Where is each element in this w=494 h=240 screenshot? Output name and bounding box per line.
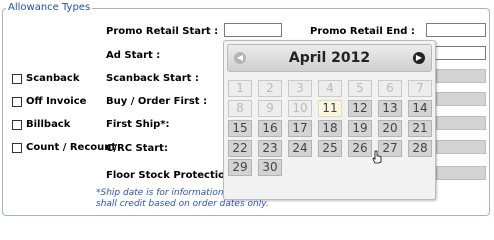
count-recount-checkbox-label: Count / Recount [26, 142, 117, 153]
calendar-day: 2 [258, 80, 282, 97]
promo-retail-end-input[interactable] [426, 23, 486, 37]
buy-order-last-input [436, 92, 486, 106]
calendar-day[interactable]: 23 [258, 140, 282, 157]
datepicker-popup: ◀ April 2012 ▶ SuMoTuWeThFrSa12345678910… [223, 40, 436, 200]
calendar-day: 6 [378, 80, 402, 97]
calendar-day: 4 [318, 80, 342, 97]
floor-stock-end-input [436, 166, 486, 180]
calendar-day[interactable]: 24 [288, 140, 312, 157]
off-invoice-checkbox-row[interactable]: Off Invoice [12, 96, 86, 107]
billback-checkbox-row[interactable]: Billback [12, 119, 70, 130]
calendar-day: 9 [258, 100, 282, 117]
count-recount-checkbox[interactable] [12, 142, 22, 153]
buy-order-first-label: Buy / Order First : [106, 96, 208, 107]
last-ship-input [436, 116, 486, 130]
calendar-day[interactable]: 21 [408, 120, 432, 137]
scanback-end-input [436, 69, 486, 83]
chevron-right-icon[interactable]: ▶ [413, 52, 425, 64]
calendar-day[interactable]: 14 [408, 100, 432, 117]
billback-checkbox-label: Billback [26, 119, 71, 130]
floor-stock-protection-label: Floor Stock Protection: [106, 170, 237, 181]
calendar-day[interactable]: 29 [228, 159, 252, 176]
ad-start-label: Ad Start : [106, 50, 161, 61]
section-legend: Allowance Types [6, 2, 93, 13]
datepicker-header: ◀ April 2012 ▶ [227, 44, 432, 72]
calendar-day: 5 [348, 80, 372, 97]
calendar-day[interactable]: 16 [258, 120, 282, 137]
billback-checkbox[interactable] [12, 119, 22, 130]
calendar-day: 10 [288, 100, 312, 117]
calendar-day[interactable]: 25 [318, 140, 342, 157]
calendar-day: 3 [288, 80, 312, 97]
calendar-day[interactable]: 11 [318, 100, 342, 117]
datepicker-title: April 2012 [288, 50, 371, 66]
calendar-day[interactable]: 30 [258, 159, 282, 176]
calendar-day: 1 [228, 80, 252, 97]
calendar-day[interactable]: 22 [228, 140, 252, 157]
calendar-day: 8 [228, 100, 252, 117]
calendar-day[interactable]: 13 [378, 100, 402, 117]
calendar-day[interactable]: 12 [348, 100, 372, 117]
off-invoice-checkbox-label: Off Invoice [26, 96, 87, 107]
promo-retail-end-label: Promo Retail End : [310, 26, 415, 37]
scanback-start-label: Scanback Start : [106, 73, 199, 84]
calendar-day[interactable]: 28 [408, 140, 432, 157]
promo-retail-start-input[interactable] [224, 23, 282, 37]
calendar-day[interactable]: 18 [318, 120, 342, 137]
hand-pointer-icon [372, 150, 382, 164]
scanback-checkbox-row[interactable]: Scanback [12, 73, 79, 84]
calendar-day: 7 [408, 80, 432, 97]
calendar-day[interactable]: 19 [348, 120, 372, 137]
note-line-2: shall credit based on order dates only. [96, 199, 269, 209]
calendar-day[interactable]: 26 [348, 140, 372, 157]
off-invoice-checkbox[interactable] [12, 96, 22, 107]
calendar-day[interactable]: 20 [378, 120, 402, 137]
scanback-checkbox-label: Scanback [26, 73, 80, 84]
crc-end-input [436, 140, 486, 154]
count-recount-checkbox-row[interactable]: Count / Recount [12, 142, 116, 153]
calendar-day[interactable]: 17 [288, 120, 312, 137]
calendar-day[interactable]: 15 [228, 120, 252, 137]
first-ship-label: First Ship*: [106, 119, 170, 130]
scanback-checkbox[interactable] [12, 73, 22, 84]
promo-retail-start-label: Promo Retail Start : [106, 26, 219, 37]
